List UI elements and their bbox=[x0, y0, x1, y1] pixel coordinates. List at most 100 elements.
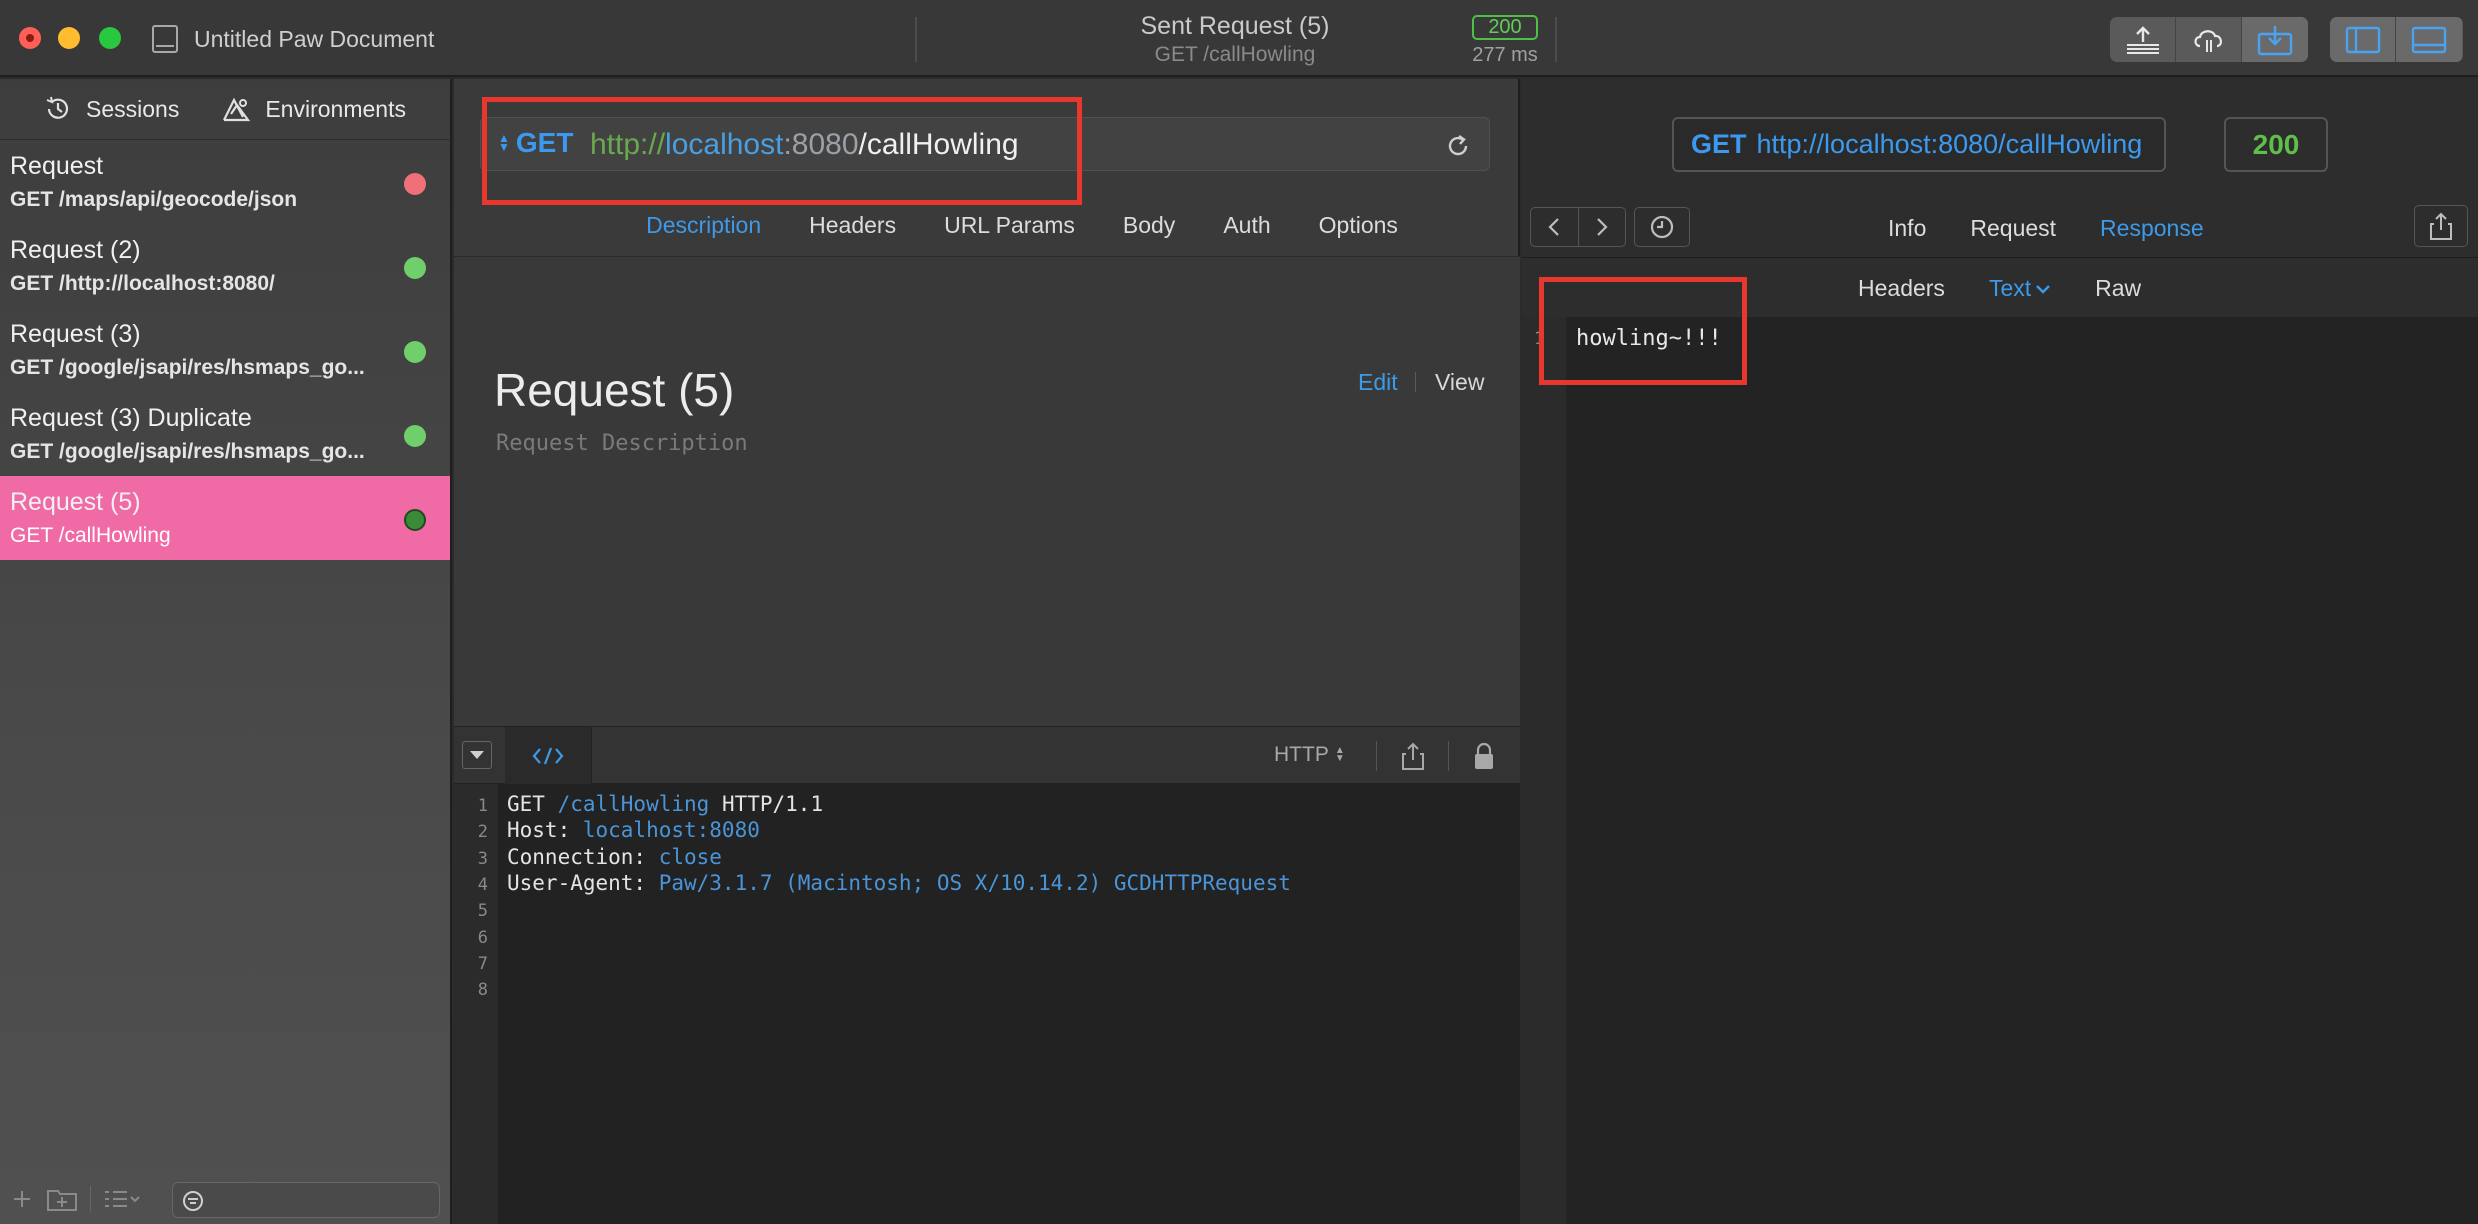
code-token: localhost:8080 bbox=[582, 818, 760, 843]
tab-sessions-label: Sessions bbox=[86, 95, 180, 122]
document-title: Untitled Paw Document bbox=[194, 26, 435, 52]
request-path: GET /google/jsapi/res/hsmaps_go... bbox=[10, 440, 365, 463]
code-token: Host: bbox=[507, 818, 583, 843]
minimize-window-button[interactable] bbox=[58, 27, 80, 49]
code-line: 5 bbox=[454, 897, 488, 923]
sidebar-request-item[interactable]: Request GET /maps/api/geocode/json bbox=[0, 140, 450, 224]
code-line: 4 User-Agent: Paw/3.1.7 (Macintosh; OS X/… bbox=[454, 871, 1291, 897]
collapse-button[interactable] bbox=[462, 741, 492, 769]
response-panel: GET http://localhost:8080/callHowling 200… bbox=[1522, 79, 2478, 1224]
cloud-sync-button[interactable] bbox=[2176, 17, 2242, 62]
description-field[interactable]: Request Description bbox=[496, 431, 748, 456]
history-button[interactable] bbox=[1634, 207, 1690, 247]
sidebar-request-item[interactable]: Request (3) Duplicate GET /google/jsapi/… bbox=[0, 392, 450, 476]
url-input[interactable]: http://localhost:8080/callHowling bbox=[590, 128, 1019, 162]
url-scheme: http:// bbox=[590, 128, 666, 161]
tab-body[interactable]: Body bbox=[1123, 212, 1175, 239]
code-token: GET bbox=[507, 792, 558, 816]
format-label: HTTP bbox=[1274, 743, 1329, 766]
share-icon[interactable] bbox=[1400, 741, 1426, 771]
titlebar-divider bbox=[1555, 17, 1557, 62]
sidebar-request-item[interactable]: Request (2) GET /http://localhost:8080/ bbox=[0, 224, 450, 308]
code-icon bbox=[532, 747, 564, 765]
code-text: Host: localhost:8080 bbox=[507, 818, 760, 842]
sidebar-footer bbox=[0, 1174, 450, 1224]
tab-response[interactable]: Response bbox=[2100, 215, 2204, 242]
updown-arrows-icon: ▲ ▼ bbox=[1334, 745, 1345, 764]
tab-response-text-label: Text bbox=[1988, 275, 2032, 301]
zoom-window-button[interactable] bbox=[99, 27, 121, 49]
request-status-dot bbox=[404, 341, 426, 363]
sidebar-request-item[interactable]: Request (3) GET /google/jsapi/res/hsmaps… bbox=[0, 308, 450, 392]
add-icon[interactable] bbox=[10, 1187, 34, 1211]
triangle-down-icon bbox=[470, 751, 484, 759]
code-line: 7 bbox=[454, 950, 488, 976]
line-number: 5 bbox=[477, 901, 488, 922]
code-line: 1 GET /callHowling HTTP/1.1 bbox=[454, 792, 823, 818]
edit-view-separator bbox=[1415, 372, 1416, 392]
request-path: GET /google/jsapi/res/hsmaps_go... bbox=[10, 356, 365, 379]
code-view-button[interactable] bbox=[505, 727, 591, 785]
tab-request[interactable]: Request bbox=[1970, 215, 2056, 242]
lock-icon[interactable] bbox=[1472, 741, 1496, 771]
response-status: 200 bbox=[2224, 117, 2328, 172]
add-group-icon[interactable] bbox=[46, 1186, 78, 1212]
response-body-text: howling~!!! bbox=[1576, 326, 1722, 351]
response-body: 1 howling~!!! bbox=[1522, 317, 2478, 1224]
sort-list-icon[interactable] bbox=[103, 1187, 143, 1211]
sidebar-request-item-selected[interactable]: Request (5) GET /callHowling bbox=[0, 476, 450, 560]
toolbar-divider bbox=[1376, 741, 1377, 771]
line-number: 7 bbox=[477, 953, 488, 974]
code-token: Connection: bbox=[507, 844, 659, 869]
toolbar-group-layout bbox=[2330, 17, 2463, 62]
footer-divider bbox=[90, 1186, 91, 1212]
view-button[interactable]: View bbox=[1435, 369, 1484, 396]
line-number: 3 bbox=[477, 848, 488, 869]
format-selector[interactable]: HTTP ▲ ▼ bbox=[1274, 743, 1345, 767]
tab-url-params[interactable]: URL Params bbox=[944, 212, 1075, 239]
tab-auth[interactable]: Auth bbox=[1223, 212, 1270, 239]
toolbar-divider bbox=[1448, 741, 1449, 771]
status-badge: 200 bbox=[1472, 15, 1538, 40]
toggle-sidebar-button[interactable] bbox=[2330, 17, 2396, 62]
reload-icon[interactable] bbox=[1444, 132, 1472, 160]
tab-response-text[interactable]: Text bbox=[1989, 275, 2051, 302]
sidebar-layout-icon bbox=[2345, 26, 2380, 53]
share-response-button[interactable] bbox=[2414, 205, 2468, 247]
edit-button[interactable]: Edit bbox=[1358, 369, 1398, 396]
title-bar: Untitled Paw Document Sent Request (5) G… bbox=[0, 0, 2478, 77]
back-button[interactable] bbox=[1531, 208, 1579, 246]
tab-environments[interactable]: Environments bbox=[221, 95, 406, 123]
line-number: 6 bbox=[477, 927, 488, 948]
sidebar: Sessions Environments Request GET /maps/… bbox=[0, 79, 452, 1224]
request-status-dot bbox=[404, 509, 426, 531]
clock-icon bbox=[1650, 215, 1674, 239]
tab-description[interactable]: Description bbox=[646, 212, 761, 239]
document-icon bbox=[152, 25, 178, 53]
tab-response-raw[interactable]: Raw bbox=[2095, 275, 2141, 302]
http-code-preview: 1 GET /callHowling HTTP/1.1 2 Host: localho… bbox=[454, 784, 1520, 1224]
tab-options[interactable]: Options bbox=[1319, 212, 1398, 239]
import-button[interactable] bbox=[2242, 17, 2308, 62]
tab-response-headers[interactable]: Headers bbox=[1858, 275, 1945, 302]
close-window-button[interactable] bbox=[19, 27, 41, 49]
export-button[interactable] bbox=[2110, 17, 2176, 62]
request-name: Request (3) bbox=[10, 320, 141, 348]
response-url: GET http://localhost:8080/callHowling bbox=[1672, 117, 2166, 172]
share-icon bbox=[2430, 212, 2452, 240]
tab-info[interactable]: Info bbox=[1888, 215, 1926, 242]
request-path: GET /http://localhost:8080/ bbox=[10, 272, 275, 295]
response-body-tabs: Headers Text Raw bbox=[1858, 275, 2141, 302]
toggle-bottom-panel-button[interactable] bbox=[2396, 17, 2462, 62]
response-url-text: http://localhost:8080/callHowling bbox=[1756, 129, 2143, 159]
method-selector[interactable]: ▲ ▼ GET bbox=[498, 127, 573, 159]
code-line: 8 bbox=[454, 976, 488, 1002]
code-text: GET /callHowling HTTP/1.1 bbox=[507, 792, 823, 816]
import-icon bbox=[2257, 25, 2293, 55]
tab-headers[interactable]: Headers bbox=[809, 212, 896, 239]
forward-button[interactable] bbox=[1579, 208, 1626, 246]
filter-input[interactable] bbox=[172, 1182, 440, 1218]
request-path: GET /maps/api/geocode/json bbox=[10, 188, 298, 211]
request-tabs: Description Headers URL Params Body Auth… bbox=[454, 212, 1520, 239]
tab-sessions[interactable]: Sessions bbox=[44, 95, 179, 123]
